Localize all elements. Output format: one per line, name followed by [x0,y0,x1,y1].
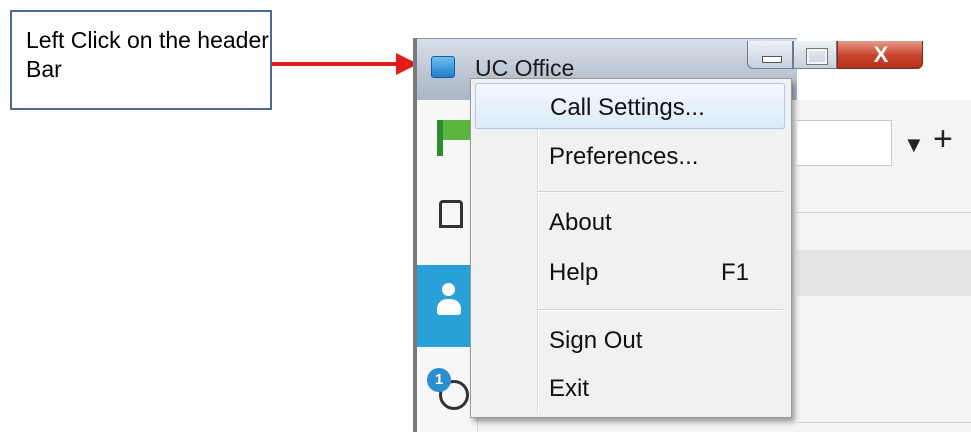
divider [797,422,971,423]
contacts-tab[interactable] [417,265,477,347]
notification-badge: 1 [427,368,451,392]
menu-item-call-settings[interactable]: Call Settings... [475,83,785,129]
menu-item-help[interactable]: Help F1 [475,249,785,295]
add-icon[interactable]: + [933,122,953,156]
building-icon[interactable] [439,200,463,228]
menu-item-label: Exit [549,375,590,402]
left-navigation: 1 [417,100,478,432]
header-context-menu: Call Settings... Preferences... About He… [470,78,792,418]
menu-separator [537,309,783,311]
minimize-button[interactable] [747,41,793,69]
minimize-icon [762,56,782,63]
annotation-arrow [272,53,418,75]
menu-item-sign-out[interactable]: Sign Out [475,317,785,363]
person-icon [435,283,461,323]
menu-item-shortcut: F1 [721,259,750,286]
menu-separator [537,191,783,193]
uc-office-app-icon[interactable] [431,56,455,78]
caption-buttons: X [747,41,923,71]
menu-item-label: Preferences... [549,143,699,170]
search-input[interactable] [797,120,892,166]
menu-item-preferences[interactable]: Preferences... [475,133,785,179]
flag-icon[interactable] [437,120,471,156]
maximize-icon [806,48,828,65]
divider [797,212,971,213]
menu-item-label: Call Settings... [550,94,705,121]
menu-item-about[interactable]: About [475,199,785,245]
close-icon: X [873,42,889,67]
close-button[interactable]: X [837,41,923,69]
menu-item-label: About [549,209,612,236]
menu-item-exit[interactable]: Exit [475,365,785,411]
callout-text: Left Click on the header Bar [26,27,269,82]
annotation-callout: Left Click on the header Bar [10,10,272,110]
menu-item-label: Sign Out [549,327,643,354]
filter-icon[interactable]: ▼ [903,132,925,158]
maximize-button[interactable] [793,41,837,69]
group-header-row[interactable] [797,250,971,296]
menu-item-label: Help [549,259,599,286]
